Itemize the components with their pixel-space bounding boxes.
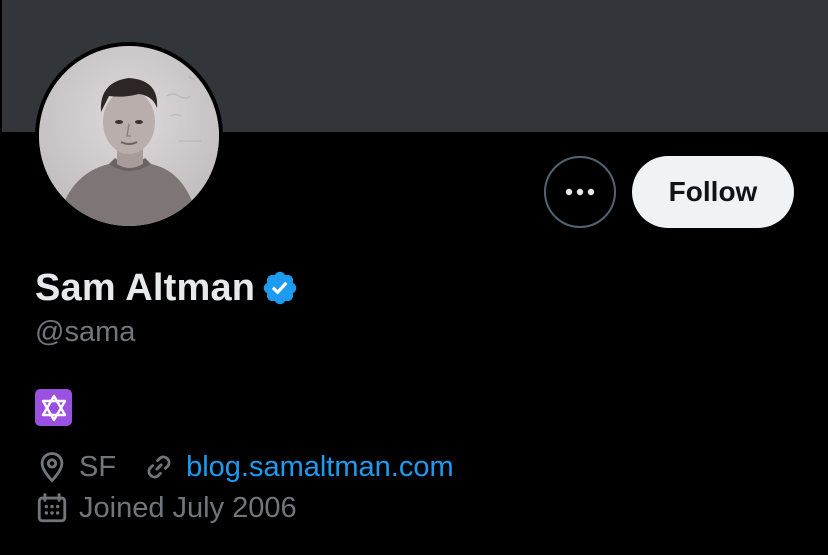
profile-website-link[interactable]: blog.samaltman.com (186, 451, 454, 484)
link-icon (147, 455, 171, 479)
name-row: Sam Altman (35, 264, 299, 312)
profile-meta-row: SF blog.samaltman.com (35, 450, 454, 484)
star-of-david-icon (35, 389, 72, 426)
more-options-button[interactable] (544, 156, 616, 228)
profile-page: Follow Sam Altman @sama SF blog.samaltma… (0, 0, 828, 555)
profile-joined-date: Joined July 2006 (79, 491, 297, 524)
avatar[interactable] (35, 42, 223, 230)
profile-joined-row: Joined July 2006 (35, 491, 297, 525)
follow-button-label: Follow (668, 176, 758, 207)
verified-badge-icon[interactable] (261, 269, 299, 307)
location-pin-icon (40, 452, 64, 483)
profile-handle: @sama (35, 316, 136, 348)
follow-button[interactable]: Follow (632, 156, 794, 228)
avatar-photo (39, 46, 219, 226)
profile-location: SF (79, 450, 117, 483)
ellipsis-icon (565, 188, 595, 196)
display-name: Sam Altman (35, 266, 256, 309)
calendar-icon (37, 493, 67, 523)
